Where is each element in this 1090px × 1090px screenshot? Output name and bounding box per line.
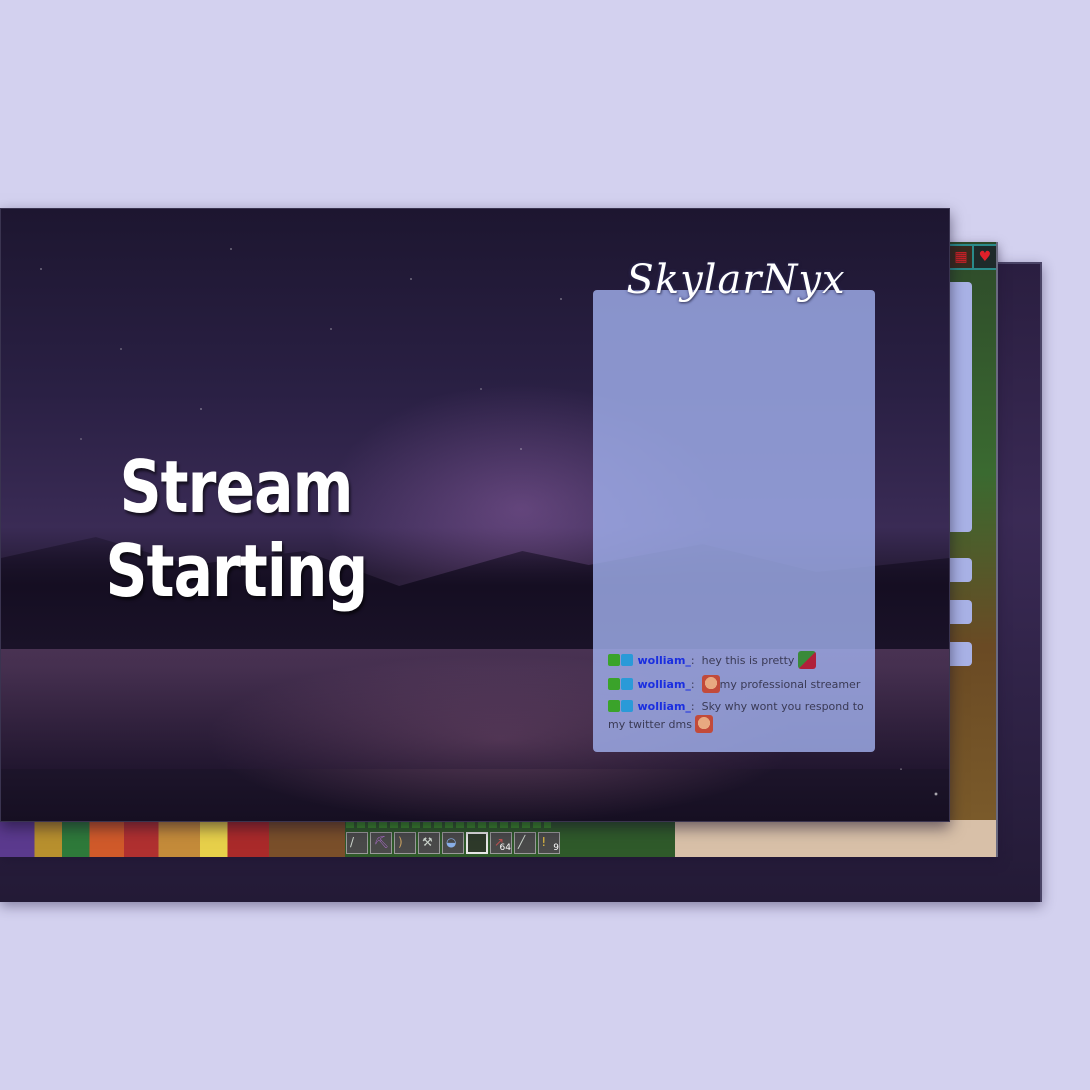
hotbar-slot-selected[interactable] (466, 832, 488, 854)
moderator-badge (608, 700, 620, 712)
chat-message: wolliam_: hey this is pretty (608, 651, 866, 669)
heart-icon: ♥ (972, 244, 996, 270)
subscriber-badge (621, 700, 633, 712)
subscriber-badge (621, 678, 633, 690)
shovel-icon: ╱ (518, 835, 526, 849)
moderator-badge (608, 654, 620, 666)
game-input-1 (948, 558, 972, 582)
hotbar-slot[interactable]: ) (394, 832, 416, 854)
chat-text: hey this is pretty (701, 654, 795, 667)
frog-emote-icon (797, 651, 816, 669)
chat-username[interactable]: wolliam_ (638, 700, 691, 713)
slot-count: 9 (553, 843, 559, 853)
arrow-icon: ↗ (494, 835, 505, 849)
inventory-icon: ▦ (948, 244, 974, 270)
game-player-arm (675, 820, 996, 857)
hotbar-slot[interactable]: ǃ9 (538, 832, 560, 854)
face-emote-icon (701, 675, 720, 693)
chat-text: my professional streamer (719, 678, 861, 691)
hotbar-slot[interactable]: ╱ (514, 832, 536, 854)
hotbar-slot[interactable]: ◒ (442, 832, 464, 854)
title-line-1: Stream (119, 445, 354, 529)
stream-starting-title: Stream Starting (105, 445, 369, 613)
face-emote-icon (695, 715, 714, 733)
moderator-badge (608, 678, 620, 690)
game-input-2 (948, 600, 972, 624)
chat-message: wolliam_: Sky why wont you respond to my… (608, 698, 866, 733)
hotbar: / ⛏ ) ⚒ ◒ ↗ 64 ╱ ǃ9 (346, 832, 560, 854)
game-chat-panel (948, 282, 972, 532)
chat-panel: wolliam_: hey this is pretty wolliam_: m… (593, 290, 875, 752)
game-input-3 (948, 642, 972, 666)
chat-separator: : (690, 678, 695, 691)
chat-separator: : (690, 700, 695, 713)
game-blocks (0, 820, 345, 857)
hotbar-slot[interactable]: ⚒ (418, 832, 440, 854)
chat-username[interactable]: wolliam_ (638, 678, 691, 691)
hotbar-slot[interactable]: ↗ 64 (490, 832, 512, 854)
torch-icon: ǃ (542, 835, 546, 849)
bucket-icon: ◒ (446, 835, 457, 849)
title-line-2: Starting (105, 529, 369, 613)
chat-message: wolliam_: my professional streamer (608, 675, 866, 693)
chat-separator: : (690, 654, 695, 667)
chat-username[interactable]: wolliam_ (638, 654, 691, 667)
hotbar-slot[interactable]: / (346, 832, 368, 854)
hotbar-slot[interactable]: ⛏ (370, 832, 392, 854)
axe-icon: ⚒ (422, 835, 433, 849)
bow-icon: ) (398, 835, 403, 849)
stream-starting-overlay: Stream Starting SkylarNyx wolliam_: hey … (0, 208, 950, 822)
pickaxe-icon: ⛏ (374, 835, 390, 849)
subscriber-badge (621, 654, 633, 666)
streamer-name: SkylarNyx (626, 257, 846, 303)
sword-icon: / (350, 835, 355, 849)
